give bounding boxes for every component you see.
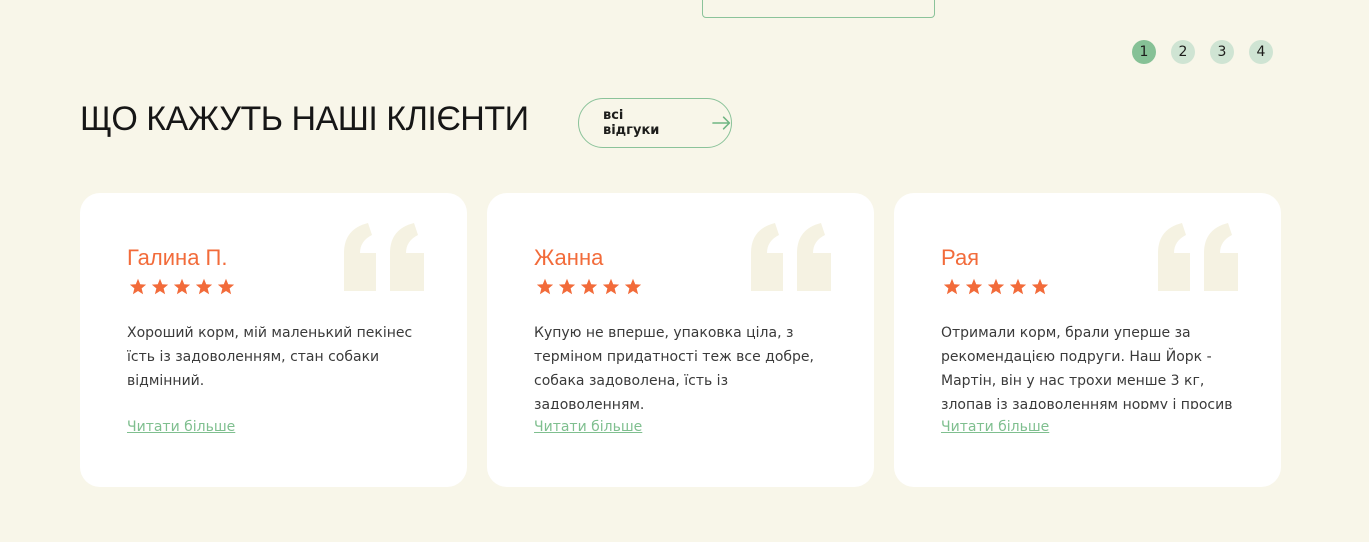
reviewer-name: Галина П. xyxy=(127,245,228,270)
review-text: Купую не вперше, упаковка ціла, з термін… xyxy=(534,325,814,409)
star-icon xyxy=(1031,278,1049,295)
rating-stars xyxy=(943,278,1049,295)
quote-icon xyxy=(1158,223,1238,291)
pagination: 1 2 3 4 xyxy=(1132,40,1273,64)
star-icon xyxy=(558,278,576,295)
read-more-link[interactable]: Читати більше xyxy=(127,419,235,435)
star-icon xyxy=(129,278,147,295)
review-card: Рая Отримали корм, брали уперше за реком… xyxy=(894,193,1281,487)
section-title: ЩО КАЖУТЬ НАШІ КЛІЄНТИ xyxy=(80,100,529,138)
arrow-right-icon xyxy=(711,116,730,130)
quote-icon xyxy=(344,223,424,291)
star-icon xyxy=(943,278,961,295)
quote-icon xyxy=(751,223,831,291)
star-icon xyxy=(1009,278,1027,295)
rating-stars xyxy=(129,278,235,295)
review-card: Жанна Купую не вперше, упаковка ціла, з … xyxy=(487,193,874,487)
rating-stars xyxy=(536,278,642,295)
star-icon xyxy=(965,278,983,295)
star-icon xyxy=(624,278,642,295)
star-icon xyxy=(602,278,620,295)
reviewer-name: Жанна xyxy=(534,245,604,270)
previous-section-button-outline[interactable] xyxy=(702,0,935,18)
page-3-button[interactable]: 3 xyxy=(1210,40,1234,64)
star-icon xyxy=(217,278,235,295)
all-reviews-button[interactable]: всі відгуки xyxy=(578,98,732,148)
star-icon xyxy=(536,278,554,295)
star-icon xyxy=(151,278,169,295)
read-more-link[interactable]: Читати більше xyxy=(941,419,1049,435)
star-icon xyxy=(580,278,598,295)
star-icon xyxy=(195,278,213,295)
reviewer-name: Рая xyxy=(941,245,980,270)
all-reviews-label: всі відгуки xyxy=(603,108,660,138)
read-more-link[interactable]: Читати більше xyxy=(534,419,642,435)
page-2-button[interactable]: 2 xyxy=(1171,40,1195,64)
star-icon xyxy=(173,278,191,295)
review-text: Хороший корм, мій маленький пекінес їсть… xyxy=(127,325,413,389)
review-text: Отримали корм, брали уперше за рекоменда… xyxy=(941,325,1233,409)
star-icon xyxy=(987,278,1005,295)
page-1-button[interactable]: 1 xyxy=(1132,40,1156,64)
page-4-button[interactable]: 4 xyxy=(1249,40,1273,64)
review-card: Галина П. Хороший корм, мій маленький пе… xyxy=(80,193,467,487)
